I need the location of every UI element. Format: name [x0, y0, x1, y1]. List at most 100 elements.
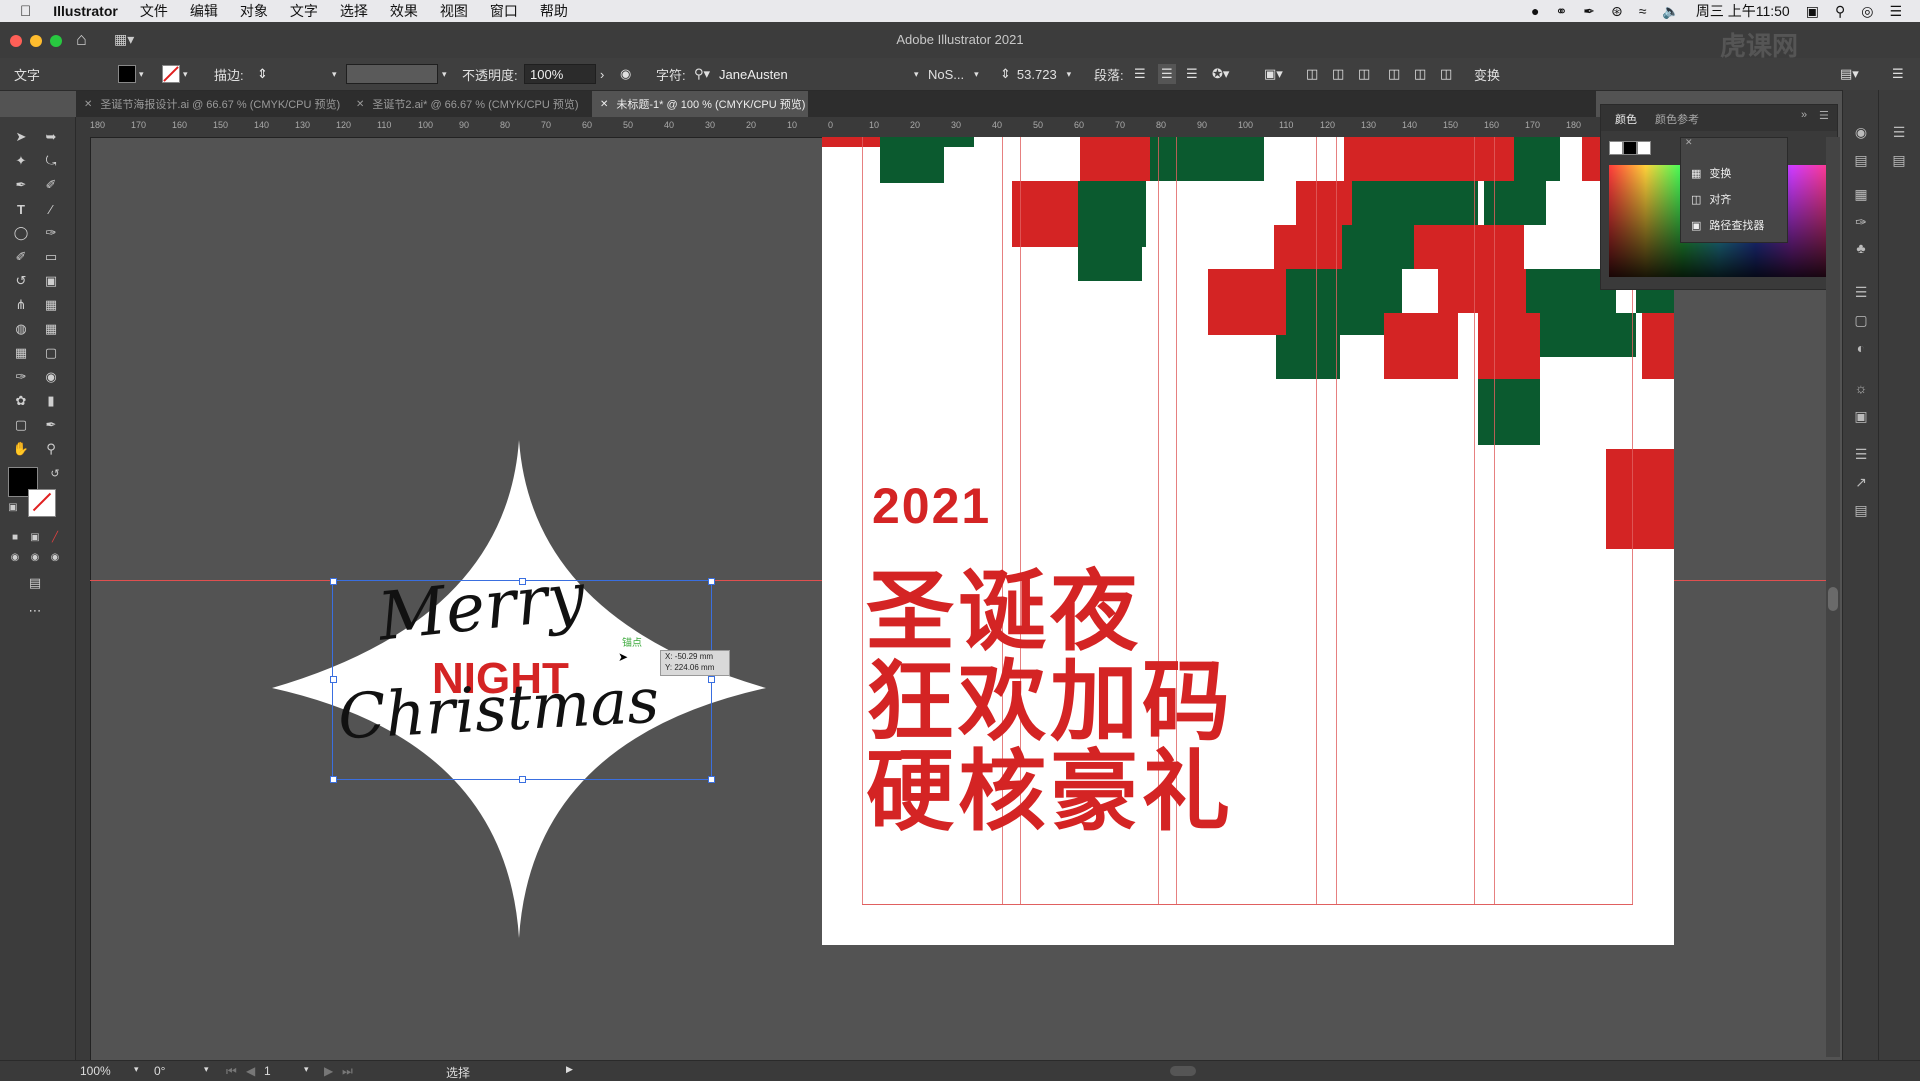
collapse-panel-icon[interactable]: »: [1801, 109, 1807, 121]
tab-color[interactable]: 颜色: [1615, 111, 1637, 127]
lasso-tool-icon[interactable]: ⤿: [40, 151, 62, 171]
wifi-icon[interactable]: ≈: [1639, 3, 1647, 19]
siri-icon[interactable]: ◎: [1861, 3, 1873, 20]
menu-file[interactable]: 文件: [140, 1, 168, 21]
transform-reference-icon[interactable]: ▣▾: [1264, 64, 1283, 84]
color-panel-icon[interactable]: ◉: [1853, 124, 1869, 140]
zoom-tool-icon[interactable]: ⚲: [40, 439, 62, 459]
resize-handle[interactable]: [708, 676, 715, 683]
resize-handle[interactable]: [330, 776, 337, 783]
panel-menu-icon[interactable]: ☰: [1819, 109, 1829, 122]
opacity-field[interactable]: 100% ›: [524, 64, 604, 84]
horizontal-ruler[interactable]: 180 170 160 150 140 130 120 110 100 90 80 70 60 50 40 3…: [76, 117, 1626, 138]
stroke-weight-stepper[interactable]: ⇕ ▾: [252, 64, 337, 84]
symbol-sprayer-tool-icon[interactable]: ✿: [10, 391, 32, 411]
record-icon[interactable]: ●: [1531, 3, 1539, 19]
menu-help[interactable]: 帮助: [540, 1, 568, 21]
menu-view[interactable]: 视图: [440, 1, 468, 21]
transparency-panel-icon[interactable]: ◐: [1853, 340, 1869, 356]
horizontal-scrollbar-thumb[interactable]: [1170, 1066, 1196, 1076]
clock[interactable]: 周三 上午11:50: [1696, 1, 1790, 21]
vertical-guide[interactable]: [1336, 137, 1337, 905]
align-left-button[interactable]: ☰: [1134, 64, 1146, 84]
control-center-icon[interactable]: ☰: [1889, 3, 1902, 20]
vertical-ruler[interactable]: [76, 137, 91, 1072]
shaper-tool-icon[interactable]: ✐: [10, 247, 32, 267]
direct-selection-tool-icon[interactable]: ➥: [40, 127, 62, 147]
resize-handle[interactable]: [519, 776, 526, 783]
last-artboard-icon[interactable]: ⏭: [342, 1064, 353, 1079]
tab-color-guide[interactable]: 颜色参考: [1655, 111, 1699, 127]
paintbrush-tool-icon[interactable]: ✑: [40, 223, 62, 243]
poster-headline-3[interactable]: 硬核豪礼: [866, 721, 1234, 848]
blend-tool-icon[interactable]: ◉: [40, 367, 62, 387]
rotation-field[interactable]: 0°: [154, 1064, 165, 1078]
properties-panel-icon[interactable]: ☰: [1891, 124, 1907, 140]
resize-handle[interactable]: [708, 578, 715, 585]
spotlight-search-icon[interactable]: ⚲: [1835, 3, 1845, 20]
black-swatch[interactable]: [1623, 141, 1637, 155]
graphic-styles-icon[interactable]: ▣: [1853, 408, 1869, 424]
draw-behind-icon[interactable]: ◉: [24, 547, 46, 567]
vertical-guide[interactable]: [1494, 137, 1495, 905]
resize-handle[interactable]: [708, 776, 715, 783]
close-tab-icon[interactable]: ✕: [356, 99, 364, 110]
gradient-tool-icon[interactable]: ▢: [40, 343, 62, 363]
menu-item-align[interactable]: ◫ 对齐: [1691, 188, 1731, 210]
bottom-margin-guide[interactable]: [862, 904, 1633, 905]
swatches-icon[interactable]: ▦: [1853, 186, 1869, 202]
first-artboard-icon[interactable]: ⏮: [226, 1064, 237, 1079]
artboard-poster[interactable]: 2021 圣诞夜 狂欢加码 硬核豪礼: [822, 137, 1674, 945]
font-family-field[interactable]: ⚲▾ JaneAusten ▾: [694, 64, 919, 84]
white-swatch[interactable]: [1637, 141, 1651, 155]
mesh-tool-icon[interactable]: ▦: [10, 343, 32, 363]
apple-menu-icon[interactable]: : [20, 3, 31, 20]
menu-object[interactable]: 对象: [240, 1, 268, 21]
close-tab-icon[interactable]: ✕: [600, 99, 608, 110]
vertical-guide[interactable]: [1474, 137, 1475, 905]
artboard-dropdown-icon[interactable]: ▾: [304, 1064, 309, 1075]
edit-toolbar-icon[interactable]: ⋯: [24, 601, 46, 621]
recolor-artwork-icon[interactable]: ◉: [620, 64, 631, 84]
layers-panel-icon[interactable]: ☰: [1853, 446, 1869, 462]
artboards-panel-icon[interactable]: ▤: [1853, 502, 1869, 518]
previous-artboard-icon[interactable]: ◀: [246, 1064, 255, 1078]
close-menu-icon[interactable]: ✕: [1685, 137, 1693, 148]
control-bar-menu-icon[interactable]: ☰: [1892, 64, 1904, 84]
vertical-scrollbar[interactable]: [1826, 137, 1840, 1057]
color-mode-icon[interactable]: ■: [4, 527, 26, 547]
pen-status-icon[interactable]: ✒: [1583, 3, 1595, 20]
hand-tool-icon[interactable]: ✋: [10, 439, 32, 459]
free-transform-tool-icon[interactable]: ▦: [40, 295, 62, 315]
input-method-icon[interactable]: ▣: [1806, 3, 1819, 20]
ellipse-tool-icon[interactable]: ◯: [10, 223, 32, 243]
menu-item-pathfinder[interactable]: ▣ 路径查找器: [1691, 214, 1764, 236]
column-graph-tool-icon[interactable]: ▮: [40, 391, 62, 411]
status-menu-arrow-icon[interactable]: ▶: [566, 1064, 573, 1075]
scale-tool-icon[interactable]: ▣: [40, 271, 62, 291]
transform-button[interactable]: 变换: [1474, 64, 1500, 84]
zoom-level-field[interactable]: 100%: [80, 1064, 111, 1078]
align-top-edges-icon[interactable]: ◫: [1388, 64, 1400, 84]
default-fill-stroke-icon[interactable]: ▣: [2, 497, 24, 517]
magic-wand-tool-icon[interactable]: ✦: [10, 151, 32, 171]
artboard-number-field[interactable]: 1: [264, 1064, 271, 1078]
draw-inside-icon[interactable]: ◉: [44, 547, 66, 567]
align-horizontal-center-icon[interactable]: ◫: [1332, 64, 1344, 84]
align-right-edges-icon[interactable]: ◫: [1358, 64, 1370, 84]
scrollbar-thumb[interactable]: [1828, 587, 1838, 611]
volume-icon[interactable]: 🔈: [1662, 3, 1679, 20]
vertical-guide[interactable]: [862, 137, 863, 905]
none-swatch[interactable]: [1609, 141, 1623, 155]
tab-christmas-2[interactable]: ✕ 圣诞节2.ai* @ 66.67 % (CMYK/CPU 预览): [348, 91, 606, 117]
align-right-button[interactable]: ☰: [1186, 64, 1198, 84]
menu-effect[interactable]: 效果: [390, 1, 418, 21]
menu-item-transform[interactable]: ▦ 变换: [1691, 162, 1731, 184]
tab-untitled-1[interactable]: ✕ 未标题-1* @ 100 % (CMYK/CPU 预览): [592, 91, 808, 117]
rotation-dropdown-icon[interactable]: ▾: [204, 1064, 209, 1075]
brushes-icon[interactable]: ✑: [1853, 214, 1869, 230]
menu-type[interactable]: 文字: [290, 1, 318, 21]
align-bottom-edges-icon[interactable]: ◫: [1440, 64, 1452, 84]
font-style-field[interactable]: NoS... ▾: [928, 64, 979, 84]
slice-tool-icon[interactable]: ✒: [40, 415, 62, 435]
